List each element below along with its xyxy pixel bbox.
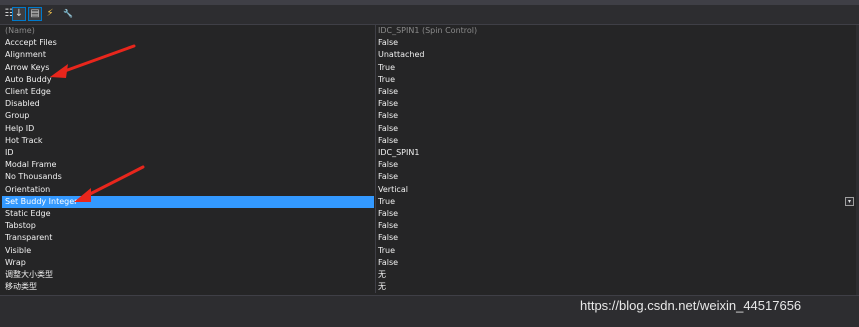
property-row[interactable]: 调整大小类型无 (0, 269, 856, 282)
property-name[interactable]: 移动类型 (5, 281, 373, 293)
property-value[interactable]: False (378, 208, 398, 220)
property-row[interactable]: No Thousands False (0, 171, 856, 184)
property-row[interactable]: Arrow Keys True (0, 61, 856, 74)
property-name[interactable]: Wrap (5, 257, 373, 269)
alphabetical-icon[interactable]: ↓ (12, 7, 26, 21)
column-divider (375, 49, 376, 62)
property-row[interactable]: Wrap False (0, 256, 856, 269)
property-name[interactable]: No Thousands (5, 171, 373, 183)
property-value[interactable]: False (378, 123, 398, 135)
column-divider (375, 73, 376, 86)
column-divider (375, 171, 376, 184)
property-name[interactable]: Disabled (5, 98, 373, 110)
watermark: https://blog.csdn.net/weixin_44517656 (580, 298, 802, 313)
property-value[interactable]: 无 (378, 269, 386, 281)
column-divider (375, 98, 376, 111)
property-value[interactable]: Unattached (378, 49, 424, 61)
window-title: ... (20, 0, 30, 3)
property-grid: (Name) IDC_SPIN1 (Spin Control) Acccept … (0, 25, 856, 295)
property-name[interactable]: Modal Frame (5, 159, 373, 171)
column-divider (375, 147, 376, 160)
column-divider (375, 244, 376, 257)
column-divider (375, 195, 376, 208)
property-value[interactable]: IDC_SPIN1 (378, 147, 419, 159)
property-row[interactable]: Set Buddy Integer True ▾ (0, 195, 856, 208)
header-value-cell: IDC_SPIN1 (Spin Control) (378, 26, 478, 35)
property-value[interactable]: False (378, 98, 398, 110)
column-divider (375, 37, 376, 50)
property-value[interactable]: False (378, 110, 398, 122)
property-value[interactable]: 无 (378, 281, 386, 293)
property-value[interactable]: Vertical (378, 184, 408, 196)
property-row[interactable]: Alignment Unattached (0, 49, 856, 62)
property-row[interactable]: Help ID False (0, 122, 856, 135)
header-name-cell: (Name) (5, 26, 35, 35)
property-value[interactable]: False (378, 86, 398, 98)
property-value[interactable]: False (378, 257, 398, 269)
dropdown-button[interactable]: ▾ (845, 196, 854, 206)
property-name[interactable]: Group (5, 110, 373, 122)
property-row[interactable]: Orientation Vertical (0, 183, 856, 196)
property-row[interactable]: Static Edge False (0, 208, 856, 221)
column-divider (375, 122, 376, 135)
property-row[interactable]: Acccept Files False (0, 37, 856, 50)
property-row[interactable]: Disabled False (0, 98, 856, 111)
column-divider (375, 269, 376, 282)
property-name[interactable]: Client Edge (5, 86, 373, 98)
property-name[interactable]: Hot Track (5, 135, 373, 147)
column-divider (375, 281, 376, 294)
events-icon[interactable]: ⚡ (43, 7, 57, 21)
property-value[interactable]: False (378, 37, 398, 49)
property-name[interactable]: Alignment (5, 49, 373, 61)
property-value[interactable]: True (378, 74, 395, 86)
column-divider (375, 110, 376, 123)
property-value[interactable]: False (378, 232, 398, 244)
column-divider (375, 134, 376, 147)
column-divider (375, 25, 376, 38)
property-name[interactable]: Auto Buddy (5, 74, 373, 86)
property-value[interactable]: False (378, 220, 398, 232)
properties-icon[interactable]: ▤ (28, 7, 42, 21)
column-divider (375, 61, 376, 74)
property-name[interactable]: Tabstop (5, 220, 373, 232)
property-row[interactable]: Client Edge False (0, 86, 856, 99)
property-name[interactable]: Help ID (5, 123, 373, 135)
property-row[interactable]: Auto Buddy True (0, 73, 856, 86)
property-name[interactable]: Static Edge (5, 208, 373, 220)
column-divider (375, 208, 376, 221)
property-row[interactable]: Hot Track False (0, 134, 856, 147)
column-divider (375, 232, 376, 245)
column-divider (375, 86, 376, 99)
property-name[interactable]: Set Buddy Integer (5, 196, 373, 208)
property-name[interactable]: Arrow Keys (5, 62, 373, 74)
grid-header-row: (Name) IDC_SPIN1 (Spin Control) (0, 25, 856, 38)
property-name[interactable]: Orientation (5, 184, 373, 196)
property-row[interactable]: Transparent False (0, 232, 856, 245)
property-name[interactable]: Visible (5, 245, 373, 257)
property-name[interactable]: Acccept Files (5, 37, 373, 49)
property-row[interactable]: Group False (0, 110, 856, 123)
property-row[interactable]: Tabstop False (0, 220, 856, 233)
property-value[interactable]: False (378, 135, 398, 147)
property-row[interactable]: 移动类型无 (0, 281, 856, 294)
property-name[interactable]: 调整大小类型 (5, 269, 373, 281)
property-row[interactable]: ID IDC_SPIN1 (0, 147, 856, 160)
property-name[interactable]: Transparent (5, 232, 373, 244)
column-divider (375, 256, 376, 269)
property-toolbar: ☷ ↓ ▤ ⚡ 🔧 (0, 5, 859, 25)
property-value[interactable]: True (378, 196, 395, 208)
property-row[interactable]: Visible True (0, 244, 856, 257)
property-value[interactable]: True (378, 62, 395, 74)
column-divider (375, 220, 376, 233)
property-value[interactable]: False (378, 171, 398, 183)
property-name[interactable]: ID (5, 147, 373, 159)
property-value[interactable]: False (378, 159, 398, 171)
property-row[interactable]: Modal Frame False (0, 159, 856, 172)
property-value[interactable]: True (378, 245, 395, 257)
column-divider (375, 183, 376, 196)
property-pages-icon[interactable]: 🔧 (61, 7, 75, 21)
column-divider (375, 159, 376, 172)
